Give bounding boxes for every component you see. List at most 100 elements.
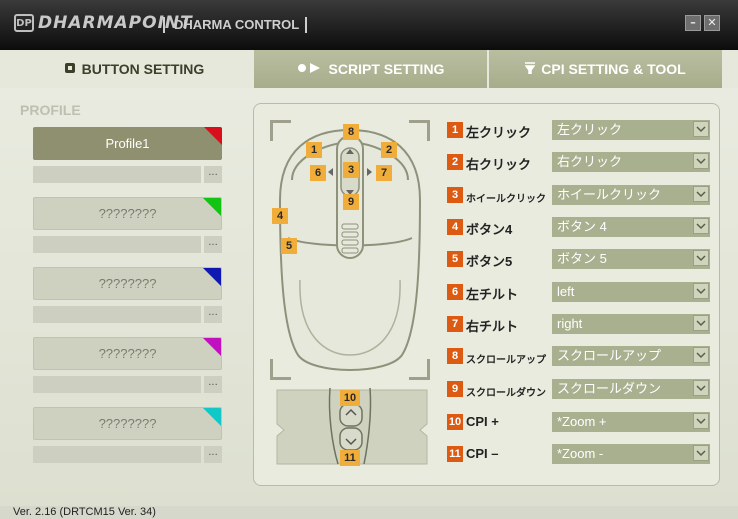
profile-button-5[interactable]: ???????? [33,407,222,440]
profile-color-marker [204,127,222,145]
profile-button-2[interactable]: ???????? [33,197,222,230]
button-name: ホイールクリック [466,194,546,205]
profile-button-1[interactable]: Profile1 [33,127,222,160]
profile-field-5[interactable] [33,446,201,463]
chevron-down-icon[interactable] [693,315,709,331]
mouse-side-view: 10 11 [272,384,432,466]
profile-name: ???????? [98,276,157,291]
button-assign-dropdown[interactable]: スクロールダウン [552,379,710,399]
profile-name: Profile1 [105,136,150,151]
button-assign-dropdown[interactable]: スクロールアップ [552,346,710,366]
brand-name: DHARMAPOINT [38,13,193,33]
profile-button-3[interactable]: ???????? [33,267,222,300]
button-number-badge: 6 [447,284,463,300]
profile-color-marker [203,198,221,216]
dropdown-value: 左クリック [557,122,623,137]
title-separator [163,17,165,33]
dropdown-value: ボタン 4 [557,219,607,234]
dropdown-value: *Zoom + [557,414,607,429]
play-dot-icon [297,62,323,77]
profile-name: ???????? [98,416,157,431]
button-row: 10 CPI + *Zoom + [447,412,710,432]
dropdown-value: ホイールクリック [557,187,662,202]
profile-field-2[interactable] [33,236,201,253]
button-assign-dropdown[interactable]: 左クリック [552,120,710,140]
mouse-label-2: 2 [381,142,397,158]
profile-browse-button-5[interactable]: ... [204,446,222,463]
chevron-down-icon[interactable] [693,380,709,396]
button-number-badge: 7 [447,316,463,332]
app-title: DHARMA CONTROL [174,17,300,32]
chevron-down-icon[interactable] [693,250,709,266]
chevron-down-icon[interactable] [693,413,709,429]
dropdown-value: スクロールダウン [557,381,662,396]
tab-button-setting[interactable]: BUTTON SETTING [16,50,252,88]
button-number-badge: 10 [447,414,463,430]
button-assign-dropdown[interactable]: *Zoom + [552,412,710,432]
chevron-down-icon[interactable] [693,121,709,137]
dropdown-value: *Zoom - [557,446,604,461]
profile-color-marker [203,408,221,426]
button-number-badge: 4 [447,219,463,235]
chevron-down-icon[interactable] [693,347,709,363]
title-separator [305,17,307,33]
filter-icon [524,61,536,77]
mouse-label-5: 5 [281,238,297,254]
button-name: ボタン4 [466,222,513,237]
mouse-label-6: 6 [310,165,326,181]
button-assign-dropdown[interactable]: ボタン 4 [552,217,710,237]
profile-field-1[interactable] [33,166,201,183]
mouse-label-1: 1 [306,142,322,158]
mouse-label-9: 9 [343,194,359,210]
profile-field-4[interactable] [33,376,201,393]
tab-script-setting[interactable]: SCRIPT SETTING [252,50,487,88]
tab-cpi-setting[interactable]: CPI SETTING & TOOL [487,50,722,88]
button-assign-dropdown[interactable]: ボタン 5 [552,249,710,269]
chevron-down-icon[interactable] [693,186,709,202]
button-name: 左チルト [466,287,519,302]
button-assign-dropdown[interactable]: 右クリック [552,152,710,172]
button-number-badge: 2 [447,154,463,170]
button-name: CPI + [466,414,499,429]
chevron-down-icon[interactable] [693,445,709,461]
chevron-down-icon[interactable] [693,153,709,169]
button-name: CPI – [466,446,499,461]
button-name: 右チルト [466,319,519,334]
button-name: 左クリック [466,125,532,140]
dropdown-value: right [557,316,583,331]
button-assign-dropdown[interactable]: ホイールクリック [552,185,710,205]
square-dot-icon [64,62,76,77]
button-assign-dropdown[interactable]: *Zoom - [552,444,710,464]
tab-bar: BUTTON SETTING SCRIPT SETTING CPI SETTIN… [0,50,738,88]
profile-browse-button-1[interactable]: ... [204,166,222,183]
button-assign-dropdown[interactable]: left [552,282,710,302]
dropdown-value: ボタン 5 [557,251,607,266]
button-assign-dropdown[interactable]: right [552,314,710,334]
mouse-label-7: 7 [376,165,392,181]
chevron-down-icon[interactable] [693,218,709,234]
button-row: 7 右チルト right [447,314,710,334]
profile-button-4[interactable]: ???????? [33,337,222,370]
button-name: スクロールアップ [466,355,546,366]
profile-browse-button-4[interactable]: ... [204,376,222,393]
button-row: 2 右クリック 右クリック [447,152,710,172]
profile-browse-button-2[interactable]: ... [204,236,222,253]
button-name: スクロールダウン [466,388,546,399]
profile-browse-button-3[interactable]: ... [204,306,222,323]
brand-logo: DP DHARMAPOINT [14,13,193,33]
button-name: 右クリック [466,157,532,172]
profile-name: ???????? [98,206,157,221]
minimize-button[interactable]: – [685,15,701,31]
profile-name: ???????? [98,346,157,361]
profile-field-3[interactable] [33,306,201,323]
close-button[interactable]: ✕ [704,15,720,31]
button-name: ボタン5 [466,254,513,269]
mouse-label-4: 4 [272,208,288,224]
button-number-badge: 5 [447,251,463,267]
button-number-badge: 1 [447,122,463,138]
button-row: 9 スクロールダウン スクロールダウン [447,379,710,399]
version-label: Ver. 2.16 (DRTCM15 Ver. 34) [13,506,156,518]
profile-color-marker [203,338,221,356]
button-row: 4 ボタン4 ボタン 4 [447,217,710,237]
chevron-down-icon[interactable] [693,283,709,299]
